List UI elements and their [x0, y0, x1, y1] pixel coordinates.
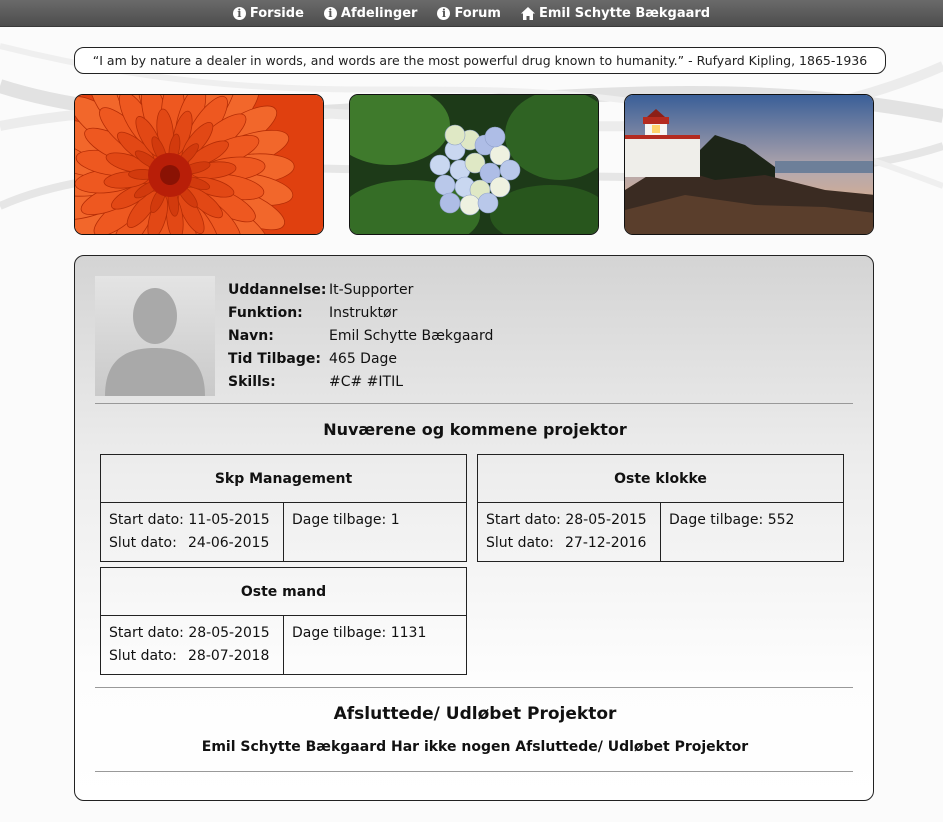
start-date-label: Start dato: — [109, 512, 184, 528]
name-label: Navn: — [228, 327, 274, 344]
profile-row-skills: Skills: #C# #ITIL — [228, 370, 493, 393]
finished-projects-title: Afsluttede/ Udløbet Projektor — [333, 704, 617, 724]
end-date-label: Slut dato: — [109, 535, 177, 551]
education-label: Uddannelse: — [228, 281, 327, 298]
name-value: Emil Schytte Bækgaard — [329, 327, 494, 344]
current-projects-title: Nuværene og kommene projektor — [323, 420, 627, 439]
no-finished-projects-message: Emil Schytte Bækgaard Har ikke nogen Afs… — [201, 739, 749, 755]
project-card: Skp Management Start dato: 11-05-2015 Sl… — [100, 454, 467, 562]
education-value: It-Supporter — [329, 281, 414, 298]
info-icon: i — [437, 6, 451, 20]
flower-photo — [74, 94, 324, 235]
start-date-value: 28-05-2015 — [188, 625, 270, 641]
days-left-value: 1 — [390, 512, 400, 528]
days-left-value: 552 — [767, 512, 795, 528]
skills-value: #C# #ITIL — [329, 373, 404, 390]
nav-profile[interactable]: Emil Schytte Bækgaard — [520, 5, 711, 21]
project-name: Oste klokke — [478, 455, 843, 503]
start-date-value: 28-05-2015 — [565, 512, 647, 528]
nav-profile-label: Emil Schytte Bækgaard — [538, 5, 711, 21]
nav-afdelinger-label: Afdelinger — [340, 5, 418, 21]
days-left-label: Dage tilbage: — [669, 512, 764, 528]
start-date-value: 11-05-2015 — [188, 512, 270, 528]
avatar — [95, 276, 215, 396]
nav-forside-label: Forside — [249, 5, 304, 21]
time-left-value: 465 Dage — [329, 350, 398, 367]
info-icon: i — [232, 6, 246, 20]
divider — [95, 687, 853, 688]
end-date-value: 27-12-2016 — [565, 535, 647, 551]
profile-info: Uddannelse: It-Supporter Funktion: Instr… — [228, 278, 493, 393]
profile-panel: Uddannelse: It-Supporter Funktion: Instr… — [74, 255, 874, 801]
project-card: Oste klokke Start dato: 28-05-2015 Slut … — [477, 454, 844, 562]
divider — [95, 403, 853, 404]
days-left-label: Dage tilbage: — [292, 512, 387, 528]
quote-banner: “I am by nature a dealer in words, and w… — [74, 47, 886, 74]
start-date-label: Start dato: — [109, 625, 184, 641]
profile-row-function: Funktion: Instruktør — [228, 301, 493, 324]
function-label: Funktion: — [228, 304, 303, 321]
function-value: Instruktør — [329, 304, 398, 321]
top-navigation: i Forside i Afdelinger i Forum Emil Schy… — [0, 0, 943, 27]
home-icon — [520, 6, 535, 20]
profile-row-time-left: Tid Tilbage: 465 Dage — [228, 347, 493, 370]
divider — [95, 771, 853, 772]
end-date-value: 28-07-2018 — [188, 648, 270, 664]
nav-forum-label: Forum — [454, 5, 501, 21]
nav-forside[interactable]: i Forside — [232, 5, 304, 21]
profile-row-name: Navn: Emil Schytte Bækgaard — [228, 324, 493, 347]
skills-label: Skills: — [228, 373, 276, 390]
days-left-label: Dage tilbage: — [292, 625, 387, 641]
lighthouse-photo — [624, 94, 874, 235]
days-left-value: 1131 — [390, 625, 427, 641]
project-name: Oste mand — [101, 568, 466, 616]
info-icon: i — [323, 6, 337, 20]
end-date-value: 24-06-2015 — [188, 535, 270, 551]
nav-forum[interactable]: i Forum — [437, 6, 501, 21]
nav-afdelinger[interactable]: i Afdelinger — [323, 5, 418, 21]
start-date-label: Start dato: — [486, 512, 561, 528]
profile-row-education: Uddannelse: It-Supporter — [228, 278, 493, 301]
time-left-label: Tid Tilbage: — [228, 350, 321, 367]
end-date-label: Slut dato: — [486, 535, 554, 551]
end-date-label: Slut dato: — [109, 648, 177, 664]
project-name: Skp Management — [101, 455, 466, 503]
project-card: Oste mand Start dato: 28-05-2015 Slut da… — [100, 567, 467, 675]
hydrangea-photo — [349, 94, 599, 235]
